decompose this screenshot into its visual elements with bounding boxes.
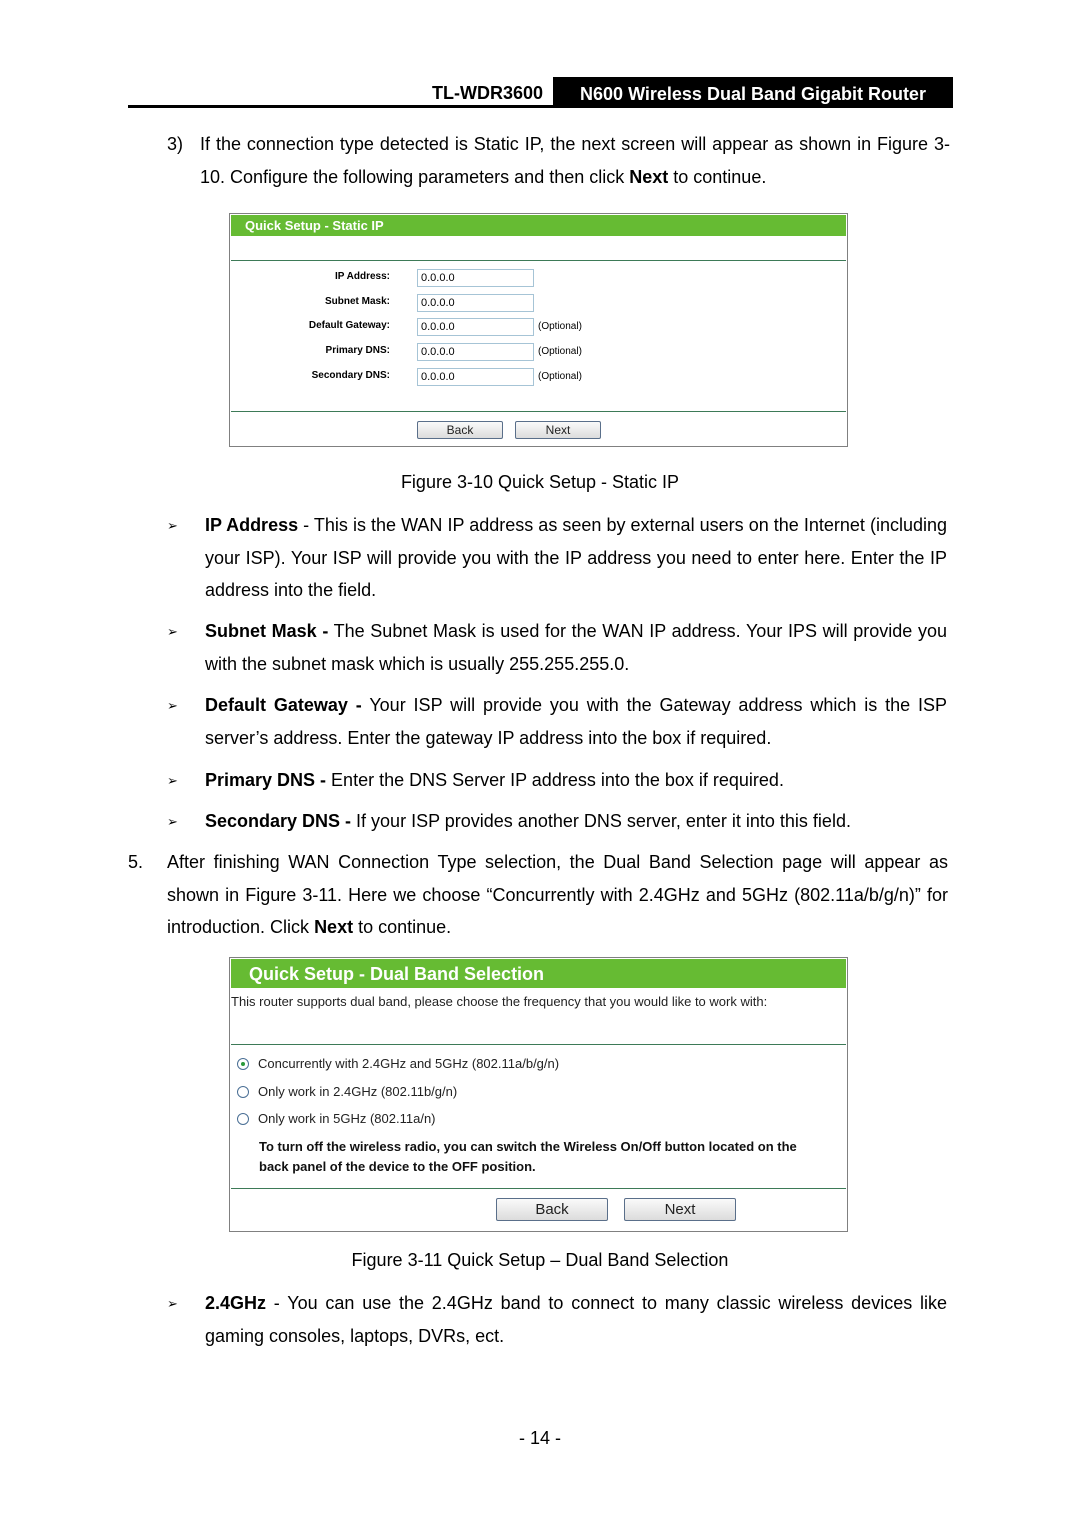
panel-title: Quick Setup - Static IP <box>231 215 846 236</box>
figure-3-10-caption: Figure 3-10 Quick Setup - Static IP <box>400 472 680 492</box>
next-button[interactable]: Next <box>515 421 601 439</box>
bullet-arrow-icon: ➢ <box>167 814 178 829</box>
header-rule <box>128 105 953 108</box>
default-gateway-input[interactable]: 0.0.0.0 <box>417 318 534 336</box>
step-3-number: 3) <box>167 134 184 154</box>
bullet-arrow-icon: ➢ <box>167 698 178 713</box>
dual-band-panel: Quick Setup - Dual Band Selection This r… <box>229 957 848 1232</box>
bullet-item: Subnet Mask - The Subnet Mask is used fo… <box>205 621 947 674</box>
step-3-text: If the connection type detected is Stati… <box>200 134 950 187</box>
bullet-item: Default Gateway - Your ISP will provide … <box>205 695 947 748</box>
header-model: TL-WDR3600 <box>431 83 543 103</box>
primary-dns-label: Primary DNS: <box>325 345 390 356</box>
panel-title: Quick Setup - Dual Band Selection <box>231 959 846 988</box>
band-option-label[interactable]: Concurrently with 2.4GHz and 5GHz (802.1… <box>258 1056 559 1071</box>
band-option-radio[interactable] <box>237 1113 249 1125</box>
bullet-item: Primary DNS - Enter the DNS Server IP ad… <box>205 770 784 790</box>
subnet-mask-input[interactable]: 0.0.0.0 <box>417 294 534 312</box>
intro-text: This router supports dual band, please c… <box>231 994 768 1009</box>
bullet-arrow-icon: ➢ <box>167 773 178 788</box>
step-5-text: After finishing WAN Connection Type sele… <box>167 852 948 937</box>
optional-note: (Optional) <box>538 371 582 382</box>
step-5-number: 5. <box>128 852 144 872</box>
static-ip-panel: Quick Setup - Static IP IP Address: 0.0.0… <box>229 213 848 447</box>
wireless-note: To turn off the wireless radio, you can … <box>259 1139 797 1174</box>
band-option-radio[interactable] <box>237 1058 249 1070</box>
divider <box>231 1044 846 1045</box>
bullet-item: Secondary DNS - If your ISP provides ano… <box>205 811 851 831</box>
bullet-arrow-icon: ➢ <box>167 518 178 533</box>
optional-note: (Optional) <box>538 321 582 332</box>
header-product: N600 Wireless Dual Band Gigabit Router <box>553 77 953 107</box>
back-button[interactable]: Back <box>496 1198 608 1221</box>
document-page: TL-WDR3600 N600 Wireless Dual Band Gigab… <box>0 0 1080 1527</box>
ip-address-label: IP Address: <box>334 271 390 282</box>
next-button[interactable]: Next <box>624 1198 736 1221</box>
back-button[interactable]: Back <box>417 421 503 439</box>
band-option-label[interactable]: Only work in 5GHz (802.11a/n) <box>258 1111 436 1126</box>
divider <box>231 1188 846 1189</box>
bullet-arrow-icon: ➢ <box>167 624 178 639</box>
secondary-dns-label: Secondary DNS: <box>311 370 390 381</box>
divider <box>231 411 846 412</box>
secondary-dns-input[interactable]: 0.0.0.0 <box>417 368 534 386</box>
subnet-mask-label: Subnet Mask: <box>324 296 390 307</box>
band-option-label[interactable]: Only work in 2.4GHz (802.11b/g/n) <box>258 1084 457 1099</box>
optional-note: (Optional) <box>538 346 582 357</box>
default-gateway-label: Default Gateway: <box>308 320 390 331</box>
bullet-item: IP Address - This is the WAN IP address … <box>205 515 947 600</box>
page-number: - 14 - <box>518 1428 561 1448</box>
ip-address-input[interactable]: 0.0.0.0 <box>417 269 534 287</box>
divider <box>231 260 846 261</box>
band-option-radio[interactable] <box>237 1086 249 1098</box>
bullet-arrow-icon: ➢ <box>167 1296 178 1311</box>
bullet-item: 2.4GHz - You can use the 2.4GHz band to … <box>205 1293 947 1346</box>
figure-3-11-caption: Figure 3-11 Quick Setup – Dual Band Sele… <box>351 1250 729 1270</box>
primary-dns-input[interactable]: 0.0.0.0 <box>417 343 534 361</box>
